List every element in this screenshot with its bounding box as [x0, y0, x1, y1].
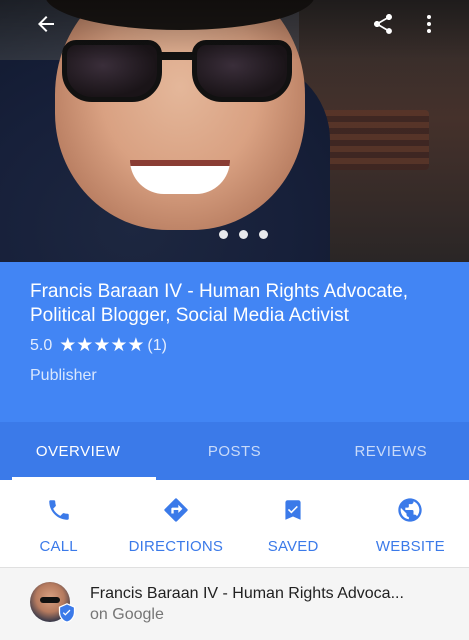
profile-info-panel: Francis Baraan IV - Human Rights Advocat… — [0, 262, 469, 422]
action-row: CALL DIRECTIONS SAVED WEBSITE — [0, 480, 469, 568]
rating-value: 5.0 — [30, 336, 53, 354]
tab-posts[interactable]: POSTS — [156, 422, 312, 480]
carousel-dot[interactable] — [239, 230, 248, 239]
photo-bench — [319, 110, 429, 170]
share-button[interactable] — [367, 8, 399, 40]
website-button[interactable]: WEBSITE — [352, 480, 469, 567]
profile-title: Francis Baraan IV - Human Rights Advocat… — [30, 281, 409, 326]
more-options-button[interactable] — [413, 8, 445, 40]
bottom-text: Francis Baraan IV - Human Rights Advoca.… — [90, 585, 445, 624]
share-icon — [374, 14, 392, 34]
tab-bar: OVERVIEW POSTS REVIEWS — [0, 422, 469, 480]
directions-icon — [162, 496, 190, 524]
rating-row[interactable]: 5.0 ★★★★★ (1) — [30, 334, 439, 357]
avatar — [30, 580, 78, 628]
saved-label: SAVED — [267, 538, 319, 555]
profile-photo-carousel[interactable] — [0, 0, 469, 262]
verified-shield-icon — [58, 603, 76, 623]
carousel-dot[interactable] — [259, 230, 268, 239]
arrow-back-icon — [38, 16, 54, 32]
bottom-profile-bar[interactable]: Francis Baraan IV - Human Rights Advoca.… — [0, 568, 469, 640]
phone-icon — [45, 496, 73, 524]
carousel-dots — [0, 230, 469, 239]
website-label: WEBSITE — [375, 538, 445, 555]
bookmark-icon — [279, 496, 307, 524]
bottom-profile-subtitle: on Google — [90, 605, 164, 623]
more-vert-icon — [427, 15, 431, 33]
directions-button[interactable]: DIRECTIONS — [117, 480, 234, 567]
star-rating-icon: ★★★★★ — [59, 335, 145, 356]
call-button[interactable]: CALL — [0, 480, 117, 567]
directions-label: DIRECTIONS — [128, 538, 224, 555]
saved-button[interactable]: SAVED — [235, 480, 352, 567]
call-label: CALL — [39, 538, 78, 555]
rating-count: (1) — [147, 336, 167, 354]
bottom-profile-name: Francis Baraan IV - Human Rights Advoca.… — [90, 584, 404, 602]
carousel-dot[interactable] — [219, 230, 228, 239]
category-label: Publisher — [30, 367, 97, 384]
tab-reviews[interactable]: REVIEWS — [313, 422, 469, 480]
back-button[interactable] — [30, 8, 62, 40]
tab-overview[interactable]: OVERVIEW — [0, 422, 157, 480]
globe-icon — [396, 496, 424, 524]
